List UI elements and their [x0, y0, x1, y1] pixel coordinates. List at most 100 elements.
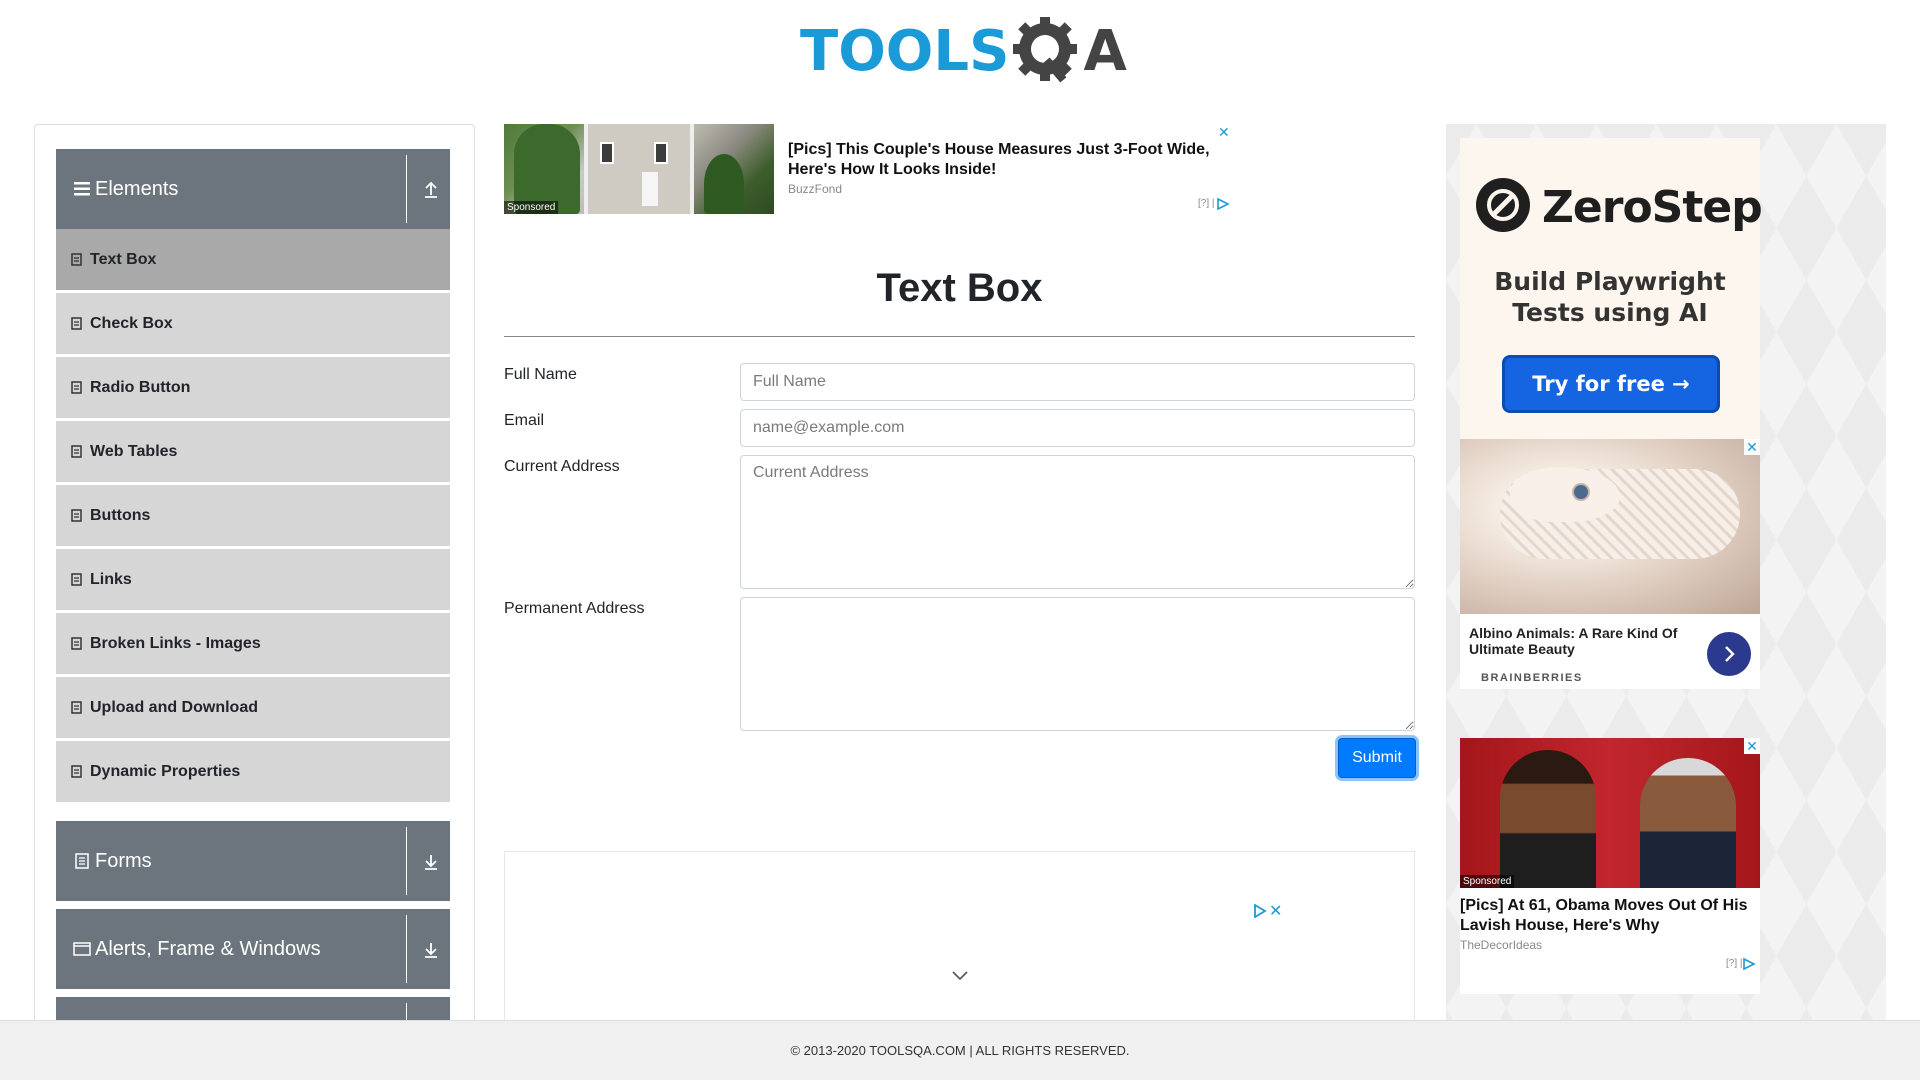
sponsored-label: Sponsored: [504, 201, 559, 214]
window-icon: [73, 940, 91, 958]
sidebar-item-text-box[interactable]: Text Box: [56, 229, 450, 291]
snake-eye-shape: [1572, 483, 1590, 501]
zerostep-logo-icon: [1476, 178, 1530, 232]
person-shape: [1500, 750, 1596, 888]
sponsored-ad-top[interactable]: Sponsored [Pics] This Couple's House Mea…: [504, 124, 1234, 214]
ad-bottom-container[interactable]: ✕: [504, 851, 1415, 1021]
ad-headline[interactable]: [Pics] This Couple's House Measures Just…: [788, 140, 1228, 180]
sidebar-item-label: Text Box: [90, 250, 157, 268]
sidebar-item-label: Dynamic Properties: [90, 762, 241, 780]
file-icon: [71, 381, 83, 395]
adchoices-icon[interactable]: [1253, 904, 1267, 918]
sidebar-item-label: Check Box: [90, 314, 173, 332]
page-title: Text Box: [876, 266, 1043, 310]
gear-q-icon: [1013, 17, 1078, 83]
file-icon: [71, 317, 83, 331]
ad-info-link[interactable]: [?] |: [1726, 958, 1743, 969]
sidebar-item-dynamic-properties[interactable]: Dynamic Properties: [56, 741, 450, 803]
ad-brand: BRAINBERRIES: [1481, 672, 1583, 684]
file-icon: [71, 701, 83, 715]
sidebar: Elements Text Box Check Box Radio Button…: [34, 124, 475, 1024]
full-name-label: Full Name: [504, 366, 577, 383]
obama-ad[interactable]: Sponsored ✕ [Pics] At 61, Obama Moves Ou…: [1460, 738, 1760, 994]
ad-source: TheDecorIdeas: [1460, 938, 1543, 952]
sidebar-group-alerts[interactable]: Alerts, Frame & Windows: [56, 909, 450, 989]
file-icon: [71, 253, 83, 267]
page-header: TOOLS A: [0, 0, 1920, 100]
sidebar-item-label: Broken Links - Images: [90, 634, 261, 652]
sidebar-item-label: Buttons: [90, 506, 151, 524]
file-icon: [71, 637, 83, 651]
permanent-address-textarea[interactable]: [740, 597, 1415, 731]
file-icon: [71, 765, 83, 779]
sidebar-item-radio-button[interactable]: Radio Button: [56, 357, 450, 419]
ad-close-icon[interactable]: ✕: [1744, 439, 1760, 455]
email-input[interactable]: [740, 409, 1415, 447]
ad-close-icon[interactable]: ✕: [1218, 124, 1230, 141]
sidebar-item-buttons[interactable]: Buttons: [56, 485, 450, 547]
current-address-label: Current Address: [504, 458, 620, 475]
next-arrow-button[interactable]: [1707, 632, 1751, 676]
door-shape: [642, 172, 658, 206]
group-label-forms: Forms: [95, 849, 152, 872]
email-label: Email: [504, 412, 545, 429]
logo-text-tools: TOOLS: [800, 19, 1010, 84]
group-divider: [406, 915, 407, 983]
group-label-alerts: Alerts, Frame & Windows: [95, 937, 321, 960]
sidebar-group-elements[interactable]: Elements: [56, 149, 450, 229]
ad-close-icon[interactable]: ✕: [1269, 901, 1282, 921]
sidebar-group-forms[interactable]: Forms: [56, 821, 450, 901]
ad-house-image[interactable]: Sponsored: [504, 124, 774, 214]
hamburger-icon: [73, 180, 91, 198]
person-shape: [1640, 758, 1736, 888]
sidebar-item-broken-links[interactable]: Broken Links - Images: [56, 613, 450, 675]
ad-close-icon[interactable]: ✕: [1744, 738, 1760, 754]
ad-headline[interactable]: [Pics] At 61, Obama Moves Out Of His Lav…: [1460, 896, 1760, 936]
sidebar-item-links[interactable]: Links: [56, 549, 450, 611]
sidebar-item-label: Links: [90, 570, 132, 588]
group-label-elements: Elements: [95, 177, 179, 200]
group-divider: [406, 155, 407, 223]
ad-source: BuzzFond: [788, 182, 843, 196]
chevron-right-icon: [1725, 646, 1735, 662]
right-ad-column: ZeroStep Build Playwright Tests using AI…: [1446, 124, 1886, 1024]
full-name-input[interactable]: [740, 363, 1415, 401]
tagline-line: Build Playwright: [1494, 267, 1726, 296]
zerostep-brand: ZeroStep: [1542, 182, 1763, 233]
submit-button[interactable]: Submit: [1338, 738, 1416, 778]
title-divider: [504, 336, 1415, 337]
sidebar-item-label: Web Tables: [90, 442, 178, 460]
adchoices-icon[interactable]: [1216, 198, 1230, 210]
page-root: TOOLS A Elements Text Box Check Box Radi…: [0, 0, 1920, 1080]
toolsqa-logo[interactable]: TOOLS A: [800, 14, 1127, 90]
house-shape: [584, 124, 694, 214]
expand-down-icon[interactable]: [421, 940, 441, 960]
sidebar-item-label: Upload and Download: [90, 698, 258, 716]
sidebar-item-web-tables[interactable]: Web Tables: [56, 421, 450, 483]
permanent-address-label: Permanent Address: [504, 600, 645, 617]
try-for-free-button[interactable]: Try for free →: [1502, 355, 1720, 413]
adchoices-icon[interactable]: [1742, 958, 1756, 970]
snake-image[interactable]: [1460, 439, 1760, 614]
snake-ad[interactable]: ✕ Albino Animals: A Rare Kind Of Ultimat…: [1460, 439, 1760, 689]
file-icon: [71, 509, 83, 523]
sidebar-item-upload-download[interactable]: Upload and Download: [56, 677, 450, 739]
zerostep-ad[interactable]: ZeroStep Build Playwright Tests using AI…: [1460, 138, 1763, 443]
current-address-textarea[interactable]: [740, 455, 1415, 589]
expand-down-icon[interactable]: [421, 852, 441, 872]
copyright-text: © 2013-2020 TOOLSQA.COM | ALL RIGHTS RES…: [790, 1043, 1130, 1058]
zerostep-tagline: Build Playwright Tests using AI: [1460, 266, 1760, 328]
document-icon: [73, 852, 91, 870]
sidebar-item-label: Radio Button: [90, 378, 191, 396]
chevron-down-icon[interactable]: [951, 970, 969, 982]
ad-info-link[interactable]: [?] |: [1198, 198, 1215, 209]
tagline-line: Tests using AI: [1512, 298, 1708, 327]
file-icon: [71, 573, 83, 587]
window-shape: [654, 142, 668, 164]
sidebar-item-check-box[interactable]: Check Box: [56, 293, 450, 355]
group-divider: [406, 827, 407, 895]
file-icon: [71, 445, 83, 459]
collapse-up-icon[interactable]: [421, 180, 441, 200]
obama-image[interactable]: Sponsored: [1460, 738, 1760, 888]
ad-headline[interactable]: Albino Animals: A Rare Kind Of Ultimate …: [1469, 625, 1699, 657]
